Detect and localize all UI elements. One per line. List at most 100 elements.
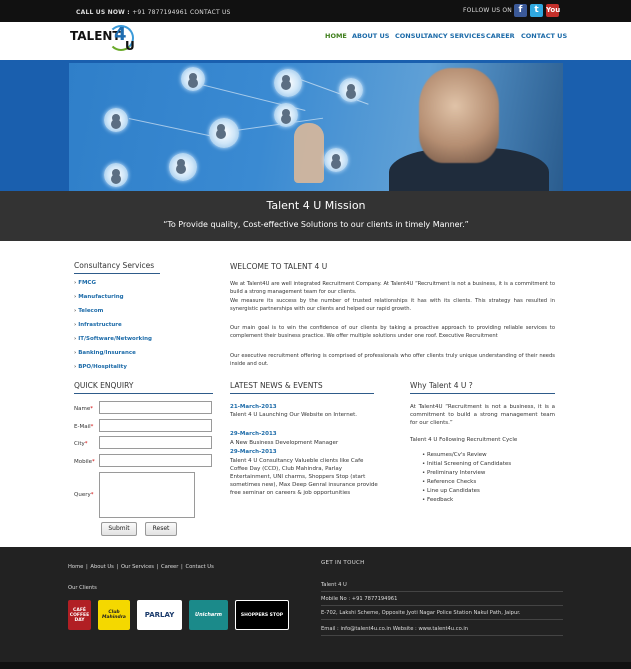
service-link-bpo[interactable]: BPO/Hospitality [74, 364, 127, 370]
query-label-text: Query [74, 492, 91, 498]
city-label-text: City [74, 441, 85, 447]
footer-link-contact-us[interactable]: Contact Us [185, 564, 213, 570]
welcome-paragraph-2: We measure its success by the number of … [230, 298, 555, 312]
cycle-step: Line up Candidates [422, 488, 480, 494]
required-mark: * [90, 406, 93, 412]
mobile-label-text: Mobile [74, 459, 93, 465]
footer-link-career[interactable]: Career [161, 564, 178, 570]
footer: Home | About Us | Our Services | Career … [0, 547, 631, 669]
logo-letter: U [125, 39, 135, 53]
twitter-icon[interactable]: t [530, 4, 543, 17]
reset-button[interactable]: Reset [145, 522, 177, 536]
service-link-telecom[interactable]: Telecom [74, 308, 103, 314]
name-label-text: Name [74, 406, 91, 412]
network-link [128, 118, 218, 138]
cycle-step: Feedback [422, 497, 453, 503]
network-node-icon [274, 69, 302, 97]
top-bar: CALL US NOW : +91 7877194961 CONTACT US … [0, 0, 631, 22]
client-logo-club-mahindra: Club Mahindra [98, 600, 130, 630]
email-label-text: E-Mail [74, 424, 91, 430]
footer-separator: | [156, 564, 159, 570]
service-link-manufacturing[interactable]: Manufacturing [74, 294, 123, 300]
cycle-step: Initial Screening of Candidates [422, 461, 511, 467]
mobile-label: Mobile* [74, 459, 95, 465]
footer-link-our-services[interactable]: Our Services [121, 564, 154, 570]
news-item[interactable]: A New Business Development Manager [230, 439, 380, 447]
service-link-infrastructure[interactable]: Infrastructure [74, 322, 122, 328]
required-mark: * [92, 459, 95, 465]
submit-button[interactable]: Submit [101, 522, 137, 536]
recruitment-cycle-title: Talent 4 U Following Recruitment Cycle [410, 437, 518, 443]
our-clients-label: Our Clients [68, 585, 97, 591]
footer-company: Talent 4 U [321, 582, 563, 592]
email-input[interactable] [99, 419, 212, 432]
youtube-icon[interactable]: You [546, 4, 560, 17]
mission-text: “To Provide quality, Cost-effective Solu… [163, 220, 469, 229]
network-node-icon [274, 103, 298, 127]
network-node-icon [339, 78, 363, 102]
talent4u-logo[interactable]: TALENT 4 U [70, 24, 140, 59]
nav-home[interactable]: HOME [325, 32, 347, 40]
nav-career[interactable]: CAREER [486, 32, 515, 40]
client-logo-shoppers-stop: SHOPPERS STOP [235, 600, 289, 630]
query-textarea[interactable] [99, 472, 195, 518]
header: TALENT 4 U HOME ABOUT US CONSULTANCY SER… [0, 22, 631, 60]
facebook-icon[interactable]: f [514, 4, 527, 17]
news-date: 21-March-2013 [230, 404, 277, 410]
client-logo-ccd: CAFÉ COFFEE DAY [68, 600, 91, 630]
network-node-icon [181, 67, 205, 91]
mobile-input[interactable] [99, 454, 212, 467]
news-date: 29-March-2013 [230, 449, 277, 455]
news-item[interactable]: Talent 4 U Launching Our Website on Inte… [230, 411, 380, 419]
name-input[interactable] [99, 401, 212, 414]
welcome-title: WELCOME TO TALENT 4 U [230, 262, 328, 271]
required-mark: * [90, 424, 94, 430]
city-label: City* [74, 441, 88, 447]
footer-separator: | [181, 564, 183, 570]
client-logo-unicharm: Unicharm [189, 600, 228, 630]
network-node-icon [104, 108, 128, 132]
nav-contact-us[interactable]: CONTACT US [521, 32, 567, 40]
network-node-icon [209, 118, 239, 148]
follow-us-label: FOLLOW US ON [463, 7, 512, 14]
why-talent4u-title: Why Talent 4 U ? [410, 381, 555, 394]
email-label: E-Mail* [74, 424, 93, 430]
service-link-banking[interactable]: Banking/Insurance [74, 350, 136, 356]
footer-link-home[interactable]: Home [68, 564, 83, 570]
network-node-icon [169, 153, 197, 181]
why-text: At Talent4U “Recruitment is not a busine… [410, 404, 555, 426]
required-mark: * [84, 441, 88, 447]
nav-consultancy-services[interactable]: CONSULTANCY SERVICES [395, 32, 485, 40]
mission-title: Talent 4 U Mission [266, 199, 366, 212]
name-label: Name* [74, 406, 93, 412]
service-link-fmcg[interactable]: FMCG [74, 280, 96, 286]
top-contact-link[interactable]: CONTACT US [190, 9, 231, 16]
latest-news-title: LATEST NEWS & EVENTS [230, 381, 374, 394]
nav-about-us[interactable]: ABOUT US [352, 32, 389, 40]
city-input[interactable] [99, 436, 212, 449]
hero-banner-image [69, 63, 563, 191]
pointing-hand [294, 123, 324, 183]
footer-mobile: Mobile No : +91 7877194961 [321, 596, 563, 606]
welcome-paragraph-3: Our main goal is to win the confidence o… [230, 325, 555, 339]
footer-separator: | [85, 564, 88, 570]
footer-address: E-702, Lakshi Scheme, Opposite Jyoti Nag… [321, 610, 563, 620]
call-number: +91 7877194961 [132, 9, 188, 16]
call-us: CALL US NOW : +91 7877194961 [76, 9, 188, 16]
welcome-paragraph-4: Our executive recruitment offering is co… [230, 353, 555, 367]
news-date: 29-March-2013 [230, 431, 277, 437]
bottom-strip [0, 662, 631, 669]
news-item[interactable]: Talent 4 U Consultancy Valueble clients … [230, 457, 380, 497]
cycle-step: Reference Checks [422, 479, 476, 485]
required-mark: * [90, 492, 94, 498]
person-face [419, 68, 499, 163]
consultancy-services-title: Consultancy Services [74, 261, 160, 274]
service-link-it-software[interactable]: IT/Software/Networking [74, 336, 152, 342]
client-logo-parlay: PARLAY [137, 600, 182, 630]
query-label: Query* [74, 492, 93, 498]
welcome-paragraph-1: We at Talent4U are well integrated Recru… [230, 281, 555, 295]
get-in-touch-title: GET IN TOUCH [321, 560, 365, 566]
footer-email-website: Email : info@talent4u.co.in Website : ww… [321, 626, 563, 636]
footer-link-about-us[interactable]: About Us [90, 564, 114, 570]
page: CALL US NOW : +91 7877194961 CONTACT US … [0, 0, 631, 669]
